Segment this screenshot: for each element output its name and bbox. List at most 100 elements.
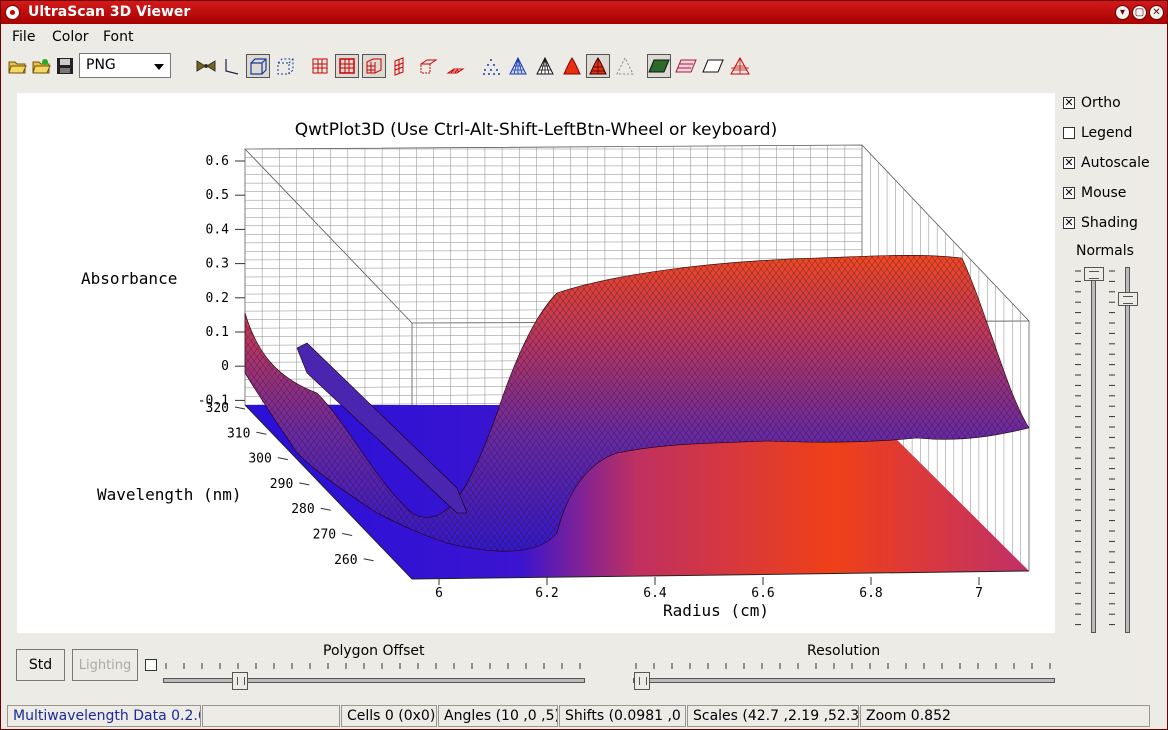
x-axis-ticks: 6 6.2 6.4 6.6 6.8 7: [435, 577, 983, 601]
z-axis-label: Absorbance: [81, 269, 177, 288]
autoscale-label: Autoscale: [1081, 155, 1150, 171]
axes-frame-icon[interactable]: [220, 54, 244, 78]
autoscale-check-icon: ✕: [1063, 156, 1075, 169]
grid-ceil-icon[interactable]: [416, 54, 440, 78]
mouse-check-icon: ✕: [1063, 186, 1075, 199]
floor-none-icon[interactable]: [701, 54, 725, 78]
legend-checkbox[interactable]: Legend: [1063, 125, 1132, 141]
image-format-select[interactable]: PNG: [79, 53, 171, 78]
legend-label: Legend: [1081, 125, 1133, 141]
filled-style-icon[interactable]: [560, 54, 584, 78]
wireframe-style-icon[interactable]: [506, 54, 530, 78]
floor-data-icon[interactable]: [647, 54, 671, 78]
close-button[interactable]: ✕: [1149, 5, 1164, 20]
hidden-line-style-icon[interactable]: [533, 54, 557, 78]
ortho-label: Ortho: [1081, 95, 1121, 111]
chevron-down-icon: [154, 64, 164, 70]
surface-plot: 0.60.50.40.30.20.10-0.1 3203103002902802…: [81, 144, 1030, 620]
x-tick-label: 6: [435, 586, 443, 601]
menu-file[interactable]: File: [12, 29, 35, 45]
status-bar: Multiwavelength Data 0.2.6 Cells 0 (0x0)…: [1, 704, 1167, 728]
normals-quality-ticks: [1109, 270, 1115, 626]
lighting-button[interactable]: Lighting: [72, 649, 138, 681]
status-empty: [202, 705, 340, 727]
polygon-offset-handle[interactable]: [232, 672, 248, 690]
mouse-checkbox[interactable]: ✕ Mouse: [1063, 185, 1126, 201]
resolution-slider[interactable]: [633, 678, 1055, 683]
grid-floor-icon[interactable]: [443, 54, 467, 78]
shading-label: Shading: [1081, 215, 1138, 231]
normals-grid-icon[interactable]: [728, 54, 752, 78]
minimize-button[interactable]: ▾: [1115, 5, 1130, 20]
resolution-handle[interactable]: [634, 672, 650, 690]
status-angles: Angles (10 ,0 ,5): [438, 705, 558, 727]
status-cells: Cells 0 (0x0): [341, 705, 437, 727]
normals-length-slider[interactable]: [1091, 267, 1096, 633]
points-style-icon[interactable]: [479, 54, 503, 78]
status-app-version: Multiwavelength Data 0.2.6: [7, 705, 201, 727]
autoscale-checkbox[interactable]: ✕ Autoscale: [1063, 155, 1150, 171]
no-plot-style-icon[interactable]: [613, 54, 637, 78]
shading-check-icon: ✕: [1063, 216, 1075, 229]
status-zoom: Zoom 0.852: [860, 705, 1150, 727]
resolution-label: Resolution: [807, 643, 881, 659]
filled-mesh-style-icon[interactable]: [586, 54, 610, 78]
app-icon[interactable]: [5, 5, 20, 20]
y-tick-label: 320: [206, 401, 229, 416]
normals-quality-slider[interactable]: [1125, 267, 1130, 633]
open-folder-icon[interactable]: [5, 54, 29, 78]
image-format-value: PNG: [86, 57, 116, 73]
x-tick-label: 6.6: [751, 586, 774, 601]
box-frame-icon[interactable]: [246, 54, 270, 78]
legend-check-icon: [1063, 127, 1075, 139]
y-axis-label: Wavelength (nm): [97, 485, 242, 504]
std-button[interactable]: Std: [16, 649, 65, 681]
z-tick-label: 0.3: [206, 257, 229, 272]
grid-left-icon[interactable]: [389, 54, 413, 78]
menu-color[interactable]: Color: [52, 29, 89, 45]
normals-quality-handle[interactable]: [1118, 292, 1138, 306]
z-tick-label: 0.6: [206, 154, 229, 169]
normals-label: Normals: [1076, 243, 1134, 259]
floor-iso-icon[interactable]: [674, 54, 698, 78]
z-axis-ticks: 0.60.50.40.30.20.10-0.1: [198, 154, 245, 408]
polygon-offset-ticks: [165, 663, 581, 669]
toolbar: PNG: [1, 51, 1167, 81]
app-window: UltraScan 3D Viewer ▾ ▢ ✕ File Color Fon…: [0, 0, 1168, 730]
normals-length-handle[interactable]: [1084, 267, 1104, 281]
maximize-button[interactable]: ▢: [1132, 5, 1147, 20]
x-axis-label: Radius (cm): [663, 601, 769, 620]
shading-checkbox[interactable]: ✕ Shading: [1063, 215, 1138, 231]
grid-front-icon[interactable]: [308, 54, 332, 78]
x-tick-label: 7: [975, 586, 983, 601]
grid-back-icon[interactable]: [335, 54, 359, 78]
menu-bar: File Color Font: [1, 25, 1167, 49]
y-tick-label: 260: [334, 553, 357, 568]
z-tick-label: 0.1: [206, 325, 229, 340]
z-tick-label: 0.2: [206, 291, 229, 306]
lighting-checkbox[interactable]: [145, 659, 157, 671]
y-tick-label: 310: [227, 426, 250, 441]
x-tick-label: 6.8: [859, 586, 882, 601]
y-tick-label: 280: [291, 502, 314, 517]
x-tick-label: 6.2: [535, 586, 558, 601]
y-tick-label: 300: [248, 452, 271, 467]
ortho-checkbox[interactable]: ✕ Ortho: [1063, 95, 1121, 111]
movie-icon[interactable]: [194, 54, 218, 78]
polygon-offset-label: Polygon Offset: [323, 643, 425, 659]
z-tick-label: 0.5: [206, 188, 229, 203]
menu-font[interactable]: Font: [103, 29, 133, 45]
grid-side-icon[interactable]: [362, 54, 386, 78]
y-tick-label: 270: [313, 528, 336, 543]
ortho-check-icon: ✕: [1063, 96, 1075, 109]
status-scales: Scales (42.7 ,2.19 ,52.3): [687, 705, 859, 727]
polygon-offset-slider[interactable]: [163, 678, 585, 683]
normals-length-ticks: [1075, 270, 1081, 626]
y-tick-label: 290: [270, 477, 293, 492]
open-data-icon[interactable]: [29, 54, 53, 78]
plot-canvas[interactable]: QwtPlot3D (Use Ctrl-Alt-Shift-LeftBtn-Wh…: [17, 93, 1055, 633]
z-tick-label: 0.4: [206, 222, 230, 237]
title-bar[interactable]: UltraScan 3D Viewer ▾ ▢ ✕: [1, 1, 1167, 24]
save-icon[interactable]: [53, 54, 77, 78]
no-frame-icon[interactable]: [273, 54, 297, 78]
